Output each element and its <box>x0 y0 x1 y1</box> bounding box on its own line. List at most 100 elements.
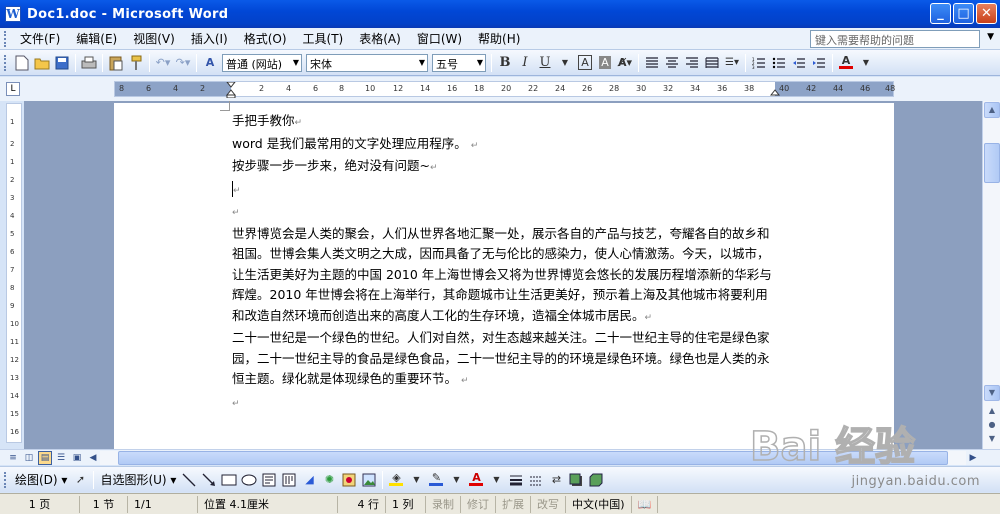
line-tool-icon[interactable] <box>180 471 198 489</box>
next-page-icon[interactable]: ▼ <box>984 431 1000 447</box>
horizontal-scroll-thumb[interactable] <box>118 451 948 465</box>
reading-view-icon[interactable]: ▣ <box>70 451 84 465</box>
status-track-changes[interactable]: 修订 <box>461 495 496 513</box>
minimize-button[interactable]: _ <box>930 3 951 24</box>
menu-table[interactable]: 表格(A) <box>351 28 409 49</box>
document-page[interactable]: 手把手教你↵ word 是我们最常用的文字处理应用程序。 ↵ 按步骤一步一步来，… <box>114 101 894 449</box>
scroll-right-icon[interactable]: ▶ <box>966 451 980 465</box>
align-center-icon[interactable] <box>663 54 681 72</box>
help-search-input[interactable]: 键入需要帮助的问题 <box>810 30 980 48</box>
bullets-icon[interactable] <box>770 54 788 72</box>
font-select[interactable]: 宋体 ▼ <box>306 53 428 72</box>
format-painter-icon[interactable] <box>127 54 145 72</box>
status-extend[interactable]: 扩展 <box>496 495 531 513</box>
line-spacing-icon[interactable]: ☰▾ <box>723 54 741 72</box>
font-size-select[interactable]: 五号 ▼ <box>432 53 486 72</box>
scroll-down-icon[interactable]: ▼ <box>984 385 1000 401</box>
status-language[interactable]: 中文(中国) <box>566 495 632 513</box>
menu-file[interactable]: 文件(F) <box>12 28 68 49</box>
3d-style-icon[interactable] <box>587 471 605 489</box>
status-overtype[interactable]: 改写 <box>531 495 566 513</box>
draw-menu-button[interactable]: 绘图(D) ▾ <box>12 471 70 488</box>
draw-font-color-button[interactable]: A <box>467 471 485 489</box>
char-border-button[interactable]: A <box>576 54 594 72</box>
arrow-style-icon[interactable]: ⇄ <box>547 471 565 489</box>
menu-edit[interactable]: 编辑(E) <box>68 28 125 49</box>
select-objects-icon[interactable]: ➚ <box>71 471 89 489</box>
maximize-button[interactable]: □ <box>953 3 974 24</box>
tab-selector[interactable]: L <box>6 82 20 96</box>
char-shading-button[interactable]: A <box>596 54 614 72</box>
increase-indent-icon[interactable] <box>810 54 828 72</box>
outline-view-icon[interactable]: ☰ <box>54 451 68 465</box>
style-select[interactable]: 普通 (网站) ▼ <box>222 53 302 72</box>
font-color-button[interactable]: A <box>837 54 855 72</box>
font-color-dropdown-icon[interactable]: ▼ <box>857 54 875 72</box>
line-style-icon[interactable] <box>507 471 525 489</box>
status-record[interactable]: 录制 <box>426 495 461 513</box>
scroll-left-icon[interactable]: ◀ <box>86 451 100 465</box>
bold-button[interactable]: B <box>496 54 514 72</box>
menu-view[interactable]: 视图(V) <box>125 28 183 49</box>
autoshapes-menu-button[interactable]: 自选图形(U) ▾ <box>97 471 179 488</box>
draw-font-color-dropdown-icon[interactable]: ▼ <box>487 471 505 489</box>
clipart-icon[interactable] <box>340 471 358 489</box>
vertical-scrollbar[interactable]: ▲ ▼ ▲ ● ▼ <box>982 101 1000 449</box>
dash-style-icon[interactable] <box>527 471 545 489</box>
drawbar-grip[interactable] <box>4 471 7 488</box>
decrease-indent-icon[interactable] <box>790 54 808 72</box>
vruler-tick: 1 <box>10 118 15 126</box>
close-button[interactable]: ✕ <box>976 3 997 24</box>
shadow-style-icon[interactable] <box>567 471 585 489</box>
picture-icon[interactable] <box>360 471 378 489</box>
open-folder-icon[interactable] <box>33 54 51 72</box>
print-layout-icon[interactable]: ▤ <box>38 451 52 465</box>
menu-tools[interactable]: 工具(T) <box>295 28 352 49</box>
vertical-textbox-icon[interactable] <box>280 471 298 489</box>
menu-help[interactable]: 帮助(H) <box>470 28 528 49</box>
paste-icon[interactable] <box>107 54 125 72</box>
undo-icon[interactable]: ↶▾ <box>154 54 172 72</box>
toolbar-grip[interactable] <box>4 54 7 71</box>
horizontal-ruler[interactable]: 8 6 4 2 2 4 6 8 10 12 14 16 18 20 22 24 … <box>114 81 895 98</box>
new-document-icon[interactable] <box>13 54 31 72</box>
menu-format[interactable]: 格式(O) <box>236 28 295 49</box>
rectangle-tool-icon[interactable] <box>220 471 238 489</box>
wordart-icon[interactable]: ◢ <box>300 471 318 489</box>
menu-insert[interactable]: 插入(I) <box>183 28 236 49</box>
distributed-align-icon[interactable] <box>703 54 721 72</box>
char-scaling-icon[interactable]: A̸▾ <box>616 54 634 72</box>
menu-window[interactable]: 窗口(W) <box>409 28 470 49</box>
web-view-icon[interactable]: ◫ <box>22 451 36 465</box>
save-icon[interactable] <box>53 54 71 72</box>
underline-button[interactable]: U <box>536 54 554 72</box>
diagram-icon[interactable]: ✺ <box>320 471 338 489</box>
normal-view-icon[interactable]: ≡ <box>6 451 20 465</box>
horizontal-scroll-track[interactable] <box>100 451 966 465</box>
document-body[interactable]: 手把手教你↵ word 是我们最常用的文字处理应用程序。 ↵ 按步骤一步一步来，… <box>232 111 777 414</box>
redo-icon[interactable]: ↷▾ <box>174 54 192 72</box>
numbering-icon[interactable]: 123 <box>750 54 768 72</box>
line-color-dropdown-icon[interactable]: ▼ <box>447 471 465 489</box>
vertical-ruler[interactable]: 1 2 1 2 3 4 5 6 7 8 9 10 11 12 13 14 15 … <box>6 103 22 443</box>
help-dropdown-arrow-icon[interactable]: ▼ <box>987 32 994 42</box>
styles-pane-icon[interactable]: A <box>201 54 219 72</box>
textbox-tool-icon[interactable] <box>260 471 278 489</box>
fill-color-icon[interactable]: ◈ <box>387 471 405 489</box>
align-right-icon[interactable] <box>683 54 701 72</box>
align-justify-icon[interactable] <box>643 54 661 72</box>
fill-color-dropdown-icon[interactable]: ▼ <box>407 471 425 489</box>
first-line-indent-marker[interactable] <box>226 82 236 98</box>
arrow-tool-icon[interactable] <box>200 471 218 489</box>
print-icon[interactable] <box>80 54 98 72</box>
line-color-icon[interactable]: ✎ <box>427 471 445 489</box>
spelling-status-icon[interactable]: 📖 <box>632 495 659 513</box>
oval-tool-icon[interactable] <box>240 471 258 489</box>
menubar-grip[interactable] <box>4 30 7 47</box>
italic-button[interactable]: I <box>516 54 534 72</box>
word-app-icon[interactable]: W <box>5 6 21 22</box>
scroll-thumb[interactable] <box>984 143 1000 183</box>
underline-dropdown-icon[interactable]: ▼ <box>556 54 574 72</box>
scroll-up-icon[interactable]: ▲ <box>984 102 1000 118</box>
right-indent-marker[interactable] <box>770 82 780 98</box>
